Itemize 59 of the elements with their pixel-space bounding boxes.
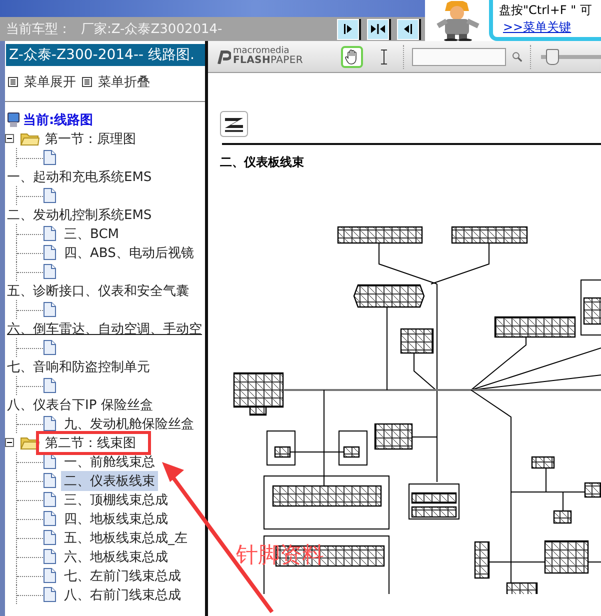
split-view-button[interactable]	[367, 18, 389, 40]
tree-item[interactable]: 二、发动机控制系统EMS	[5, 206, 152, 224]
page-icon	[43, 568, 56, 583]
menu-keyword-link[interactable]: >>菜单关键	[499, 19, 601, 36]
sidebar-title: Z-众泰-Z300-2014-- 线路图.	[6, 44, 205, 66]
tree-item[interactable]: 六、倒车雷达、自动空调、手动空	[5, 320, 202, 338]
search-tip: 盘按"Ctrl+F " 可	[499, 2, 593, 19]
search-field[interactable]	[412, 48, 506, 66]
tree-item[interactable]: 三、顶棚线束总成	[61, 490, 171, 510]
page-icon	[43, 245, 56, 260]
folder-icon	[20, 132, 40, 146]
page-icon	[43, 549, 56, 564]
double-arrow-icon	[371, 24, 385, 34]
arrow-left-icon	[404, 24, 412, 34]
page-icon	[43, 530, 56, 545]
menu-icon	[82, 77, 92, 87]
collapse-toggle[interactable]	[5, 134, 14, 143]
tree-item[interactable]: 八、仪表台下IP 保险丝盒	[5, 396, 153, 414]
menu-icon	[8, 77, 18, 87]
tree-folder-label[interactable]: 第一节：原理图	[42, 128, 139, 148]
tree-item[interactable]: 四、ABS、电动后视镜	[61, 242, 197, 262]
expand-menu-button[interactable]: 菜单展开	[8, 73, 76, 91]
page-icon	[43, 473, 56, 488]
tree-item[interactable]: 四、地板线束总成	[61, 508, 171, 528]
brand-logo-icon	[220, 111, 248, 137]
tree-item[interactable]: 七、左前门线束总成	[61, 566, 184, 586]
page-icon	[43, 416, 56, 431]
tree-folder-label[interactable]: 第二节：线束图	[42, 432, 139, 452]
expand-left-button[interactable]	[397, 18, 419, 40]
tree-item[interactable]: 二、仪表板线束	[61, 470, 158, 490]
current-page-label: 当前:线路图	[23, 112, 94, 128]
document-heading: 二、仪表板线束	[220, 154, 305, 171]
collapse-toggle[interactable]	[5, 438, 14, 447]
tree-item[interactable]: 一、前舱线束总	[61, 452, 158, 472]
expand-right-button[interactable]	[337, 18, 359, 40]
page-icon	[43, 454, 56, 469]
tree-item[interactable]: 三、BCM	[61, 224, 122, 244]
hand-icon	[344, 48, 359, 64]
text-cursor-icon	[380, 48, 388, 64]
computer-icon	[7, 112, 20, 128]
page-icon	[43, 492, 56, 507]
arrow-right-icon	[344, 24, 352, 34]
hand-tool-button[interactable]	[340, 46, 363, 68]
tree-item[interactable]: 九、发动机舱保险丝盒	[61, 414, 197, 434]
tree-item[interactable]: 八、右前门线束总成	[61, 584, 184, 604]
tree-item[interactable]: 七、音响和防盗控制单元	[5, 358, 150, 376]
tree-item[interactable]: 五、诊断接口、仪表和安全气囊	[5, 282, 189, 300]
page-icon	[43, 226, 56, 241]
page-icon	[43, 587, 56, 602]
flashpaper-logo: macromedia FLASHPAPER	[214, 47, 306, 66]
page-icon	[43, 511, 56, 526]
tree-item[interactable]: 五、地板线束总成_左	[61, 528, 190, 548]
tree-item[interactable]: 一、起动和充电系统EMS	[5, 168, 152, 186]
vehicle-label: 当前车型：	[6, 21, 71, 38]
logo-mark-icon	[217, 50, 231, 64]
tree-item[interactable]: 六、地板线束总成	[61, 546, 171, 566]
collapse-menu-button[interactable]: 菜单折叠	[82, 73, 150, 91]
vehicle-value: 厂家:Z-众泰Z3002014-	[81, 21, 222, 38]
slider-thumb[interactable]	[546, 48, 559, 64]
